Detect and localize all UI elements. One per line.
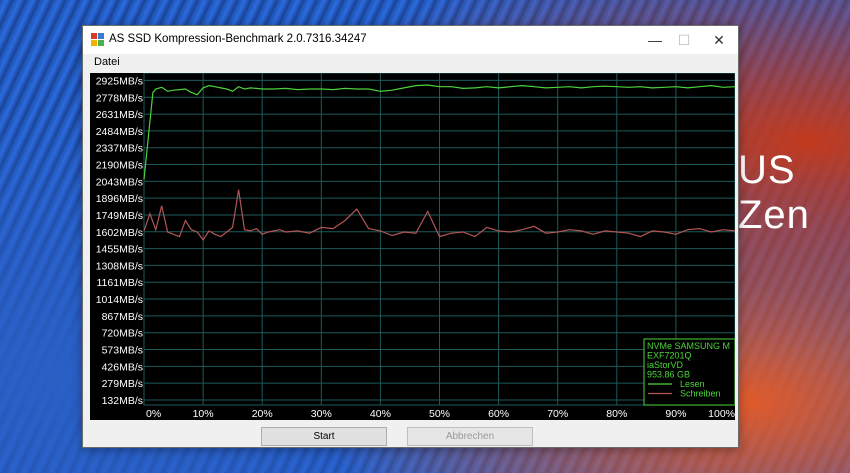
abort-button: Abbrechen: [407, 427, 533, 446]
y-tick-label: 426MB/s: [102, 361, 143, 373]
y-tick-label: 2043MB/s: [96, 176, 143, 188]
x-tick-label: 50%: [429, 408, 450, 420]
y-tick-label: 1014MB/s: [96, 294, 143, 306]
title-bar[interactable]: AS SSD Kompression-Benchmark 2.0.7316.34…: [83, 26, 738, 54]
y-tick-label: 2190MB/s: [96, 160, 143, 172]
y-tick-label: 867MB/s: [102, 311, 143, 323]
maximize-button: ☐: [667, 26, 701, 54]
y-tick-label: 1161MB/s: [97, 277, 144, 289]
app-icon: [91, 33, 104, 46]
y-tick-label: 1602MB/s: [96, 227, 143, 239]
y-tick-label: 1455MB/s: [96, 244, 143, 256]
device-info-line: iaStorVD: [647, 360, 684, 370]
x-tick-label: 100%: [708, 408, 735, 420]
y-tick-label: 2778MB/s: [96, 92, 143, 104]
x-tick-label: 0%: [146, 408, 161, 420]
x-tick-label: 30%: [311, 408, 332, 420]
device-info-line: NVMe SAMSUNG M: [647, 341, 730, 351]
y-tick-label: 2337MB/s: [96, 143, 143, 155]
device-info-line: 953.86 GB: [647, 370, 690, 380]
x-tick-label: 80%: [606, 408, 627, 420]
y-tick-label: 1308MB/s: [96, 260, 143, 272]
start-button[interactable]: Start: [261, 427, 387, 446]
close-icon: ✕: [713, 31, 725, 48]
y-tick-label: 2484MB/s: [96, 126, 143, 138]
x-tick-label: 90%: [665, 408, 686, 420]
x-tick-label: 60%: [488, 408, 509, 420]
compression-chart: 2925MB/s 2778MB/s 2631MB/s 2484MB/s 2337MB/s…: [90, 73, 735, 420]
maximize-icon: ☐: [677, 31, 691, 48]
x-tick-label: 10%: [193, 408, 214, 420]
y-tick-label: 2631MB/s: [96, 109, 143, 121]
close-button[interactable]: ✕: [702, 26, 736, 54]
y-tick-label: 573MB/s: [102, 345, 143, 357]
y-tick-label: 720MB/s: [102, 328, 143, 340]
y-tick-label: 132MB/s: [102, 395, 143, 407]
y-tick-label: 1896MB/s: [96, 193, 143, 205]
menu-datei[interactable]: Datei: [94, 56, 120, 68]
x-tick-label: 20%: [252, 408, 273, 420]
y-tick-label: 1749MB/s: [96, 210, 143, 222]
y-tick-label: 2925MB/s: [96, 75, 143, 87]
menu-bar: Datei: [83, 54, 738, 72]
legend-label: Lesen: [680, 379, 705, 389]
minimize-icon: —: [648, 32, 662, 48]
x-tick-label: 70%: [547, 408, 568, 420]
wallpaper-brand-text: US Zen: [738, 148, 810, 237]
y-tick-label: 279MB/s: [102, 378, 143, 390]
app-window: AS SSD Kompression-Benchmark 2.0.7316.34…: [82, 25, 739, 448]
x-tick-label: 40%: [370, 408, 391, 420]
device-info-line: EXF7201Q: [647, 351, 692, 361]
legend-label: Schreiben: [680, 389, 721, 399]
window-title: AS SSD Kompression-Benchmark 2.0.7316.34…: [109, 33, 367, 45]
